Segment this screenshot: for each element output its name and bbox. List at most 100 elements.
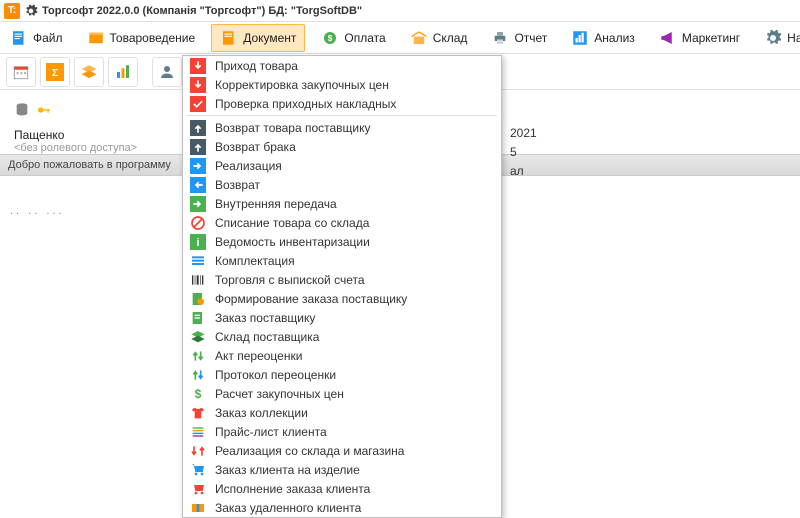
arrow-right-icon xyxy=(189,158,207,174)
drop-internal-transfer[interactable]: Внутренняя передача xyxy=(183,194,501,213)
document-icon xyxy=(189,310,207,326)
prohibit-icon xyxy=(189,215,207,231)
drop-label: Склад поставщика xyxy=(215,330,319,344)
drop-return[interactable]: Возврат xyxy=(183,175,501,194)
ellipsis-text: .. .. ... xyxy=(10,205,65,217)
toolbar-layers-button[interactable] xyxy=(74,57,104,87)
svg-text:i: i xyxy=(197,237,200,249)
menu-settings[interactable]: Настройки xyxy=(756,24,800,52)
menu-label: Маркетинг xyxy=(682,31,740,45)
drop-defect-return[interactable]: Возврат брака xyxy=(183,137,501,156)
menu-document[interactable]: Документ xyxy=(211,24,305,52)
drop-label: Акт переоценки xyxy=(215,349,302,363)
list-icon xyxy=(189,253,207,269)
menu-payment[interactable]: $ Оплата xyxy=(313,24,393,52)
svg-text:Σ: Σ xyxy=(52,66,58,78)
menu-label: Товароведение xyxy=(110,31,196,45)
document-icon xyxy=(220,29,238,47)
document-gear-icon xyxy=(189,291,207,307)
menu-report[interactable]: Отчет xyxy=(483,24,555,52)
drop-label: Списание товара со склада xyxy=(215,216,369,230)
drop-label: Реализация со склада и магазина xyxy=(215,444,404,458)
menu-label: Оплата xyxy=(344,31,385,45)
drop-fulfil-client-order[interactable]: Исполнение заказа клиента xyxy=(183,479,501,498)
menu-label: Склад xyxy=(433,31,468,45)
title-bar: T: Торгсофт 2022.0.0 (Компанія "Торгсофт… xyxy=(0,0,800,22)
cart-icon xyxy=(189,462,207,478)
key-icon xyxy=(36,102,52,118)
menu-warehouse[interactable]: Склад xyxy=(402,24,476,52)
drop-client-pricelist[interactable]: Прайс-лист клиента xyxy=(183,422,501,441)
drop-label: Возврат товара поставщику xyxy=(215,121,371,135)
arrow-left-icon xyxy=(189,177,207,193)
user-panel: Пащенко <без ролевого доступа> xyxy=(0,90,182,154)
drop-supplier-order[interactable]: Заказ поставщику xyxy=(183,308,501,327)
separator xyxy=(187,115,497,116)
drop-label: Заказ поставщику xyxy=(215,311,315,325)
menu-label: Настройки xyxy=(787,31,800,45)
arrow-up-icon xyxy=(189,120,207,136)
megaphone-icon xyxy=(659,29,677,47)
drop-supplier-warehouse[interactable]: Склад поставщика xyxy=(183,327,501,346)
cart-check-icon xyxy=(189,481,207,497)
drop-income-goods[interactable]: Приход товара xyxy=(183,56,501,75)
arrow-down-icon xyxy=(189,58,207,74)
drop-realization[interactable]: Реализация xyxy=(183,156,501,175)
arrow-down-icon xyxy=(189,77,207,93)
toolbar-sum-button[interactable]: Σ xyxy=(40,57,70,87)
payment-icon: $ xyxy=(321,29,339,47)
svg-text:$: $ xyxy=(328,34,333,43)
drop-label: Ведомость инвентаризации xyxy=(215,235,370,249)
drop-writeoff[interactable]: Списание товара со склада xyxy=(183,213,501,232)
drop-label: Корректировка закупочных цен xyxy=(215,78,389,92)
drop-form-supplier-order[interactable]: Формирование заказа поставщику xyxy=(183,289,501,308)
printer-icon xyxy=(491,29,509,47)
drop-check-invoices[interactable]: Проверка приходных накладных xyxy=(183,94,501,113)
double-arrow-icon xyxy=(189,443,207,459)
barcode-icon xyxy=(189,272,207,288)
menu-goods[interactable]: Товароведение xyxy=(79,24,204,52)
warehouse-icon xyxy=(410,29,428,47)
app-logo-icon: T: xyxy=(4,3,20,19)
menu-label: Отчет xyxy=(514,31,547,45)
menu-label: Анализ xyxy=(594,31,635,45)
window-title: Торгсофт 2022.0.0 (Компанія "Торгсофт") … xyxy=(42,5,362,17)
drop-revaluation-protocol[interactable]: Протокол переоценки xyxy=(183,365,501,384)
toolbar-calendar-button[interactable] xyxy=(6,57,36,87)
drop-inventory[interactable]: i Ведомость инвентаризации xyxy=(183,232,501,251)
drop-revaluation-act[interactable]: Акт переоценки xyxy=(183,346,501,365)
updown-icon xyxy=(189,367,207,383)
drop-collection-order[interactable]: Заказ коллекции xyxy=(183,403,501,422)
menu-marketing[interactable]: Маркетинг xyxy=(651,24,748,52)
drop-label: Заказ клиента на изделие xyxy=(215,463,360,477)
drop-label: Прайс-лист клиента xyxy=(215,425,327,439)
updown-icon xyxy=(189,348,207,364)
drop-label: Протокол переоценки xyxy=(215,368,336,382)
drop-label: Торговля с выпиской счета xyxy=(215,273,365,287)
drop-correct-prices[interactable]: Корректировка закупочных цен xyxy=(183,75,501,94)
drop-supplier-return[interactable]: Возврат товара поставщику xyxy=(183,118,501,137)
drop-label: Расчет закупочных цен xyxy=(215,387,344,401)
drop-client-product-order[interactable]: Заказ клиента на изделие xyxy=(183,460,501,479)
drop-kit[interactable]: Комплектация xyxy=(183,251,501,270)
tshirt-icon xyxy=(189,405,207,421)
drop-remote-client-order[interactable]: Заказ удаленного клиента xyxy=(183,498,501,517)
drop-realization-store[interactable]: Реализация со склада и магазина xyxy=(183,441,501,460)
menu-file[interactable]: Файл xyxy=(2,24,71,52)
menu-label: Документ xyxy=(243,31,296,45)
file-icon xyxy=(10,29,28,47)
stack-icon xyxy=(189,329,207,345)
menu-analysis[interactable]: Анализ xyxy=(563,24,643,52)
main-menu: Файл Товароведение Документ $ Оплата Скл… xyxy=(0,22,800,54)
drop-calc-purchase-prices[interactable]: $Расчет закупочных цен xyxy=(183,384,501,403)
welcome-text: Добро пожаловать в программу xyxy=(8,159,171,171)
arrow-right-icon xyxy=(189,196,207,212)
info-panel-fragment: 2021 5 ал xyxy=(510,124,537,181)
chart-icon xyxy=(571,29,589,47)
toolbar-user-button[interactable] xyxy=(152,57,182,87)
user-name: Пащенко xyxy=(14,128,174,142)
document-dropdown: Приход товара Корректировка закупочных ц… xyxy=(182,55,502,518)
drop-trade-invoice[interactable]: Торговля с выпиской счета xyxy=(183,270,501,289)
toolbar-chart-button[interactable] xyxy=(108,57,138,87)
check-icon xyxy=(189,96,207,112)
